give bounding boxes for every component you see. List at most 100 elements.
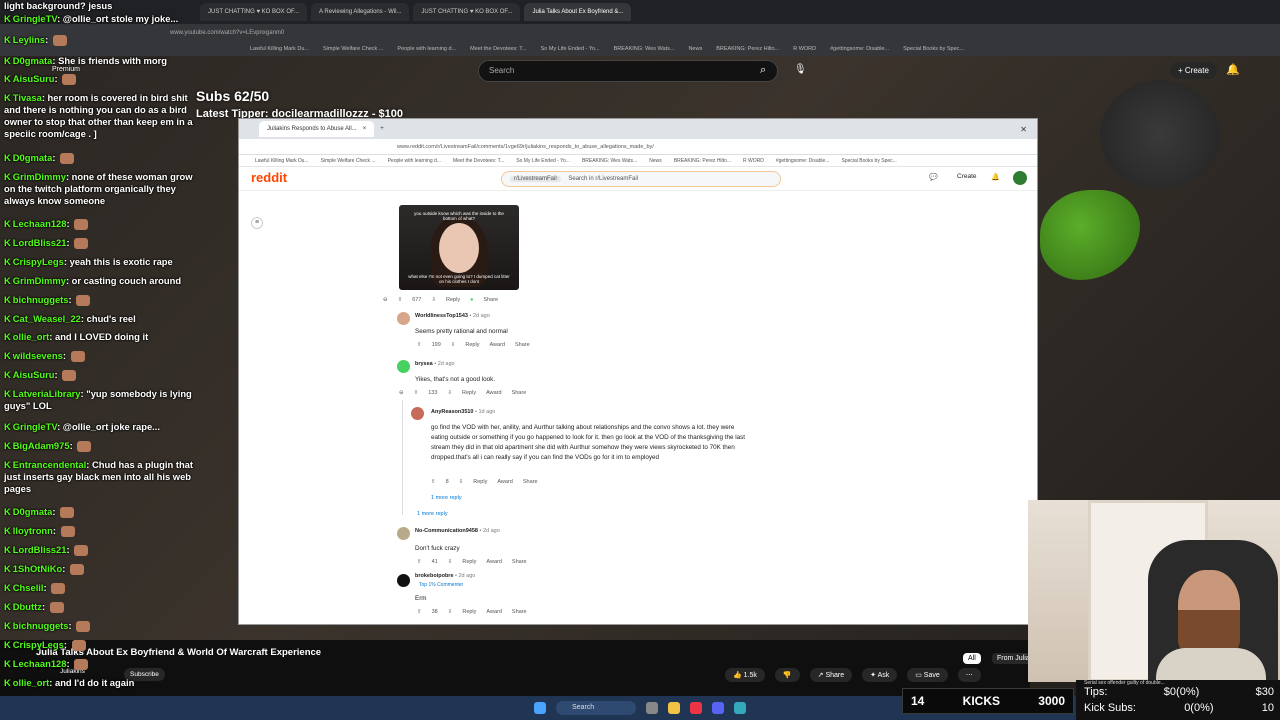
chat-username[interactable]: bichnuggets <box>13 620 69 631</box>
chat-username[interactable]: CrispyLegs <box>13 639 64 650</box>
bookmark[interactable]: BREAKING: Wes Wats... <box>582 158 637 164</box>
like-button[interactable]: 👍 1.5k <box>725 668 765 682</box>
chat-username[interactable]: D0gmata <box>13 506 53 517</box>
reply-button[interactable]: Reply <box>462 559 476 565</box>
chrome-icon[interactable] <box>690 702 702 714</box>
bell-icon[interactable]: 🔔 <box>1226 63 1240 76</box>
avatar[interactable] <box>397 360 410 373</box>
downvote-icon[interactable]: ⇩ <box>431 297 436 303</box>
award-button[interactable]: Award <box>497 479 513 485</box>
bookmark[interactable]: Simple Welfare Check ... <box>323 46 383 52</box>
chat-username[interactable]: Dbuttz <box>13 601 42 612</box>
chat-username[interactable]: AisuSuru <box>13 73 55 84</box>
more-replies-link[interactable]: 1 more reply <box>431 495 462 501</box>
share-button[interactable]: ↗ Share <box>809 668 853 682</box>
outer-tab[interactable]: JUST CHATTING ♥ KO BOX OF... <box>200 3 308 21</box>
chat-username[interactable]: Lechaan128 <box>13 658 67 669</box>
chat-username[interactable]: 1ShOtNiKo <box>13 563 62 574</box>
reply-button[interactable]: Reply <box>462 390 476 396</box>
chat-username[interactable]: LordBliss21 <box>13 544 67 555</box>
task-view-icon[interactable] <box>646 702 658 714</box>
share-button[interactable]: Share <box>515 342 530 348</box>
ask-button[interactable]: ✦ Ask <box>862 668 898 682</box>
chat-username[interactable]: ollie_ort <box>13 677 49 688</box>
avatar[interactable] <box>411 407 424 420</box>
subreddit-chip[interactable]: r/LivestreamFail <box>510 176 561 182</box>
comment-author[interactable]: brysea • 2d ago <box>415 361 455 367</box>
menu-icon[interactable]: ≡ <box>251 217 263 229</box>
comment-author[interactable]: brokeboipobre • 2d ago <box>415 573 475 579</box>
comment-author[interactable]: WorldlinessTop1543 • 2d ago <box>415 313 490 319</box>
collapse-icon[interactable]: ⊖ <box>383 297 388 303</box>
chat-username[interactable]: BigAdam975 <box>13 440 70 451</box>
reddit-create-button[interactable]: Create <box>957 173 977 180</box>
award-button[interactable]: Award <box>489 342 505 348</box>
share-button[interactable]: Share <box>523 479 538 485</box>
bookmark[interactable]: People with learning d... <box>397 46 456 52</box>
bookmark[interactable]: R WORD <box>743 158 764 164</box>
youtube-search-input[interactable]: Search <box>478 60 778 82</box>
discord-icon[interactable] <box>712 702 724 714</box>
upvote-icon[interactable]: ⇧ <box>431 479 436 485</box>
chat-username[interactable]: Lechaan128 <box>13 218 67 229</box>
collapse-icon[interactable]: ⊖ <box>399 390 404 396</box>
taskbar-search[interactable]: Search <box>556 701 636 715</box>
chat-username[interactable]: GrimDimmy <box>13 275 66 286</box>
bookmark[interactable]: So My Life Ended - Yo... <box>541 46 600 52</box>
bookmark[interactable]: Simple Welfare Check ... <box>321 158 376 164</box>
outer-tab[interactable]: A Reviewing Allegations - Wil... <box>311 3 410 21</box>
upvote-icon[interactable]: ⇧ <box>414 390 419 396</box>
upvote-icon[interactable]: ⇧ <box>417 609 422 615</box>
bookmark[interactable]: People with learning d... <box>388 158 441 164</box>
more-options-icon[interactable]: ⋯ <box>957 668 981 682</box>
upvote-icon[interactable]: ⇧ <box>398 297 403 303</box>
bookmark[interactable]: News <box>649 158 662 164</box>
bookmark[interactable]: R WORD <box>793 46 816 52</box>
avatar[interactable] <box>397 574 410 587</box>
downvote-icon[interactable]: ⇩ <box>459 479 464 485</box>
thread-line[interactable] <box>402 400 403 515</box>
reply-button[interactable]: Reply <box>465 342 479 348</box>
bookmark[interactable]: #gettingsome: Disable... <box>830 46 889 52</box>
award-button[interactable]: Award <box>486 609 502 615</box>
save-button[interactable]: ▭ Save <box>907 668 948 682</box>
chat-username[interactable]: AisuSuru <box>13 369 55 380</box>
bookmark[interactable]: So My Life Ended - Yo... <box>516 158 570 164</box>
reply-button[interactable]: Reply <box>462 609 476 615</box>
user-avatar[interactable] <box>1013 171 1027 185</box>
bookmark[interactable]: BREAKING: Perez Hilto... <box>716 46 779 52</box>
upvote-icon[interactable]: ⇧ <box>417 559 422 565</box>
downvote-icon[interactable]: ⇩ <box>451 342 456 348</box>
comment-author[interactable]: AnyReason3510 • 1d ago <box>431 409 495 415</box>
comment-author[interactable]: No-Communication9458 • 2d ago <box>415 528 500 534</box>
chat-username[interactable]: Cat_Weasel_22 <box>13 313 81 324</box>
more-replies-link[interactable]: 1 more reply <box>417 511 448 517</box>
bookmark[interactable]: BREAKING: Perez Hilto... <box>674 158 731 164</box>
chat-username[interactable]: Entrancendental <box>13 459 86 470</box>
microphone-icon[interactable]: 🎙 <box>794 64 807 75</box>
award-button[interactable]: Award <box>486 559 502 565</box>
chat-username[interactable]: GringleTV <box>13 13 57 24</box>
chat-username[interactable]: ChseliI <box>13 582 44 593</box>
dislike-button[interactable]: 👎 <box>774 668 800 682</box>
award-icon[interactable]: ● <box>470 297 473 303</box>
chat-username[interactable]: LordBliss21 <box>13 237 67 248</box>
bookmark[interactable]: Meet the Devotees: T... <box>453 158 504 164</box>
new-tab-icon[interactable]: + <box>380 126 384 132</box>
reply-button[interactable]: Reply <box>446 297 460 303</box>
chat-icon[interactable]: 💬 <box>929 173 938 181</box>
outer-tab[interactable]: JUST CHATTING ♥ KO BOX OF... <box>413 3 521 21</box>
create-button[interactable]: + Create <box>1170 62 1217 79</box>
chat-username[interactable]: LatveriaLibrary <box>13 388 81 399</box>
avatar[interactable] <box>397 312 410 325</box>
share-button[interactable]: Share <box>483 297 498 303</box>
bookmark[interactable]: Meet the Devotees: T... <box>470 46 526 52</box>
reply-button[interactable]: Reply <box>473 479 487 485</box>
share-button[interactable]: Share <box>512 390 527 396</box>
avatar[interactable] <box>397 527 410 540</box>
upvote-icon[interactable]: ⇧ <box>417 342 422 348</box>
bookmark[interactable]: Special Books by Spec... <box>841 158 896 164</box>
window-close-icon[interactable]: ✕ <box>1020 125 1027 134</box>
notifications-icon[interactable]: 🔔 <box>991 173 1000 181</box>
reddit-address-bar[interactable]: www.reddit.com/r/LivestreamFail/comments… <box>239 139 1037 155</box>
